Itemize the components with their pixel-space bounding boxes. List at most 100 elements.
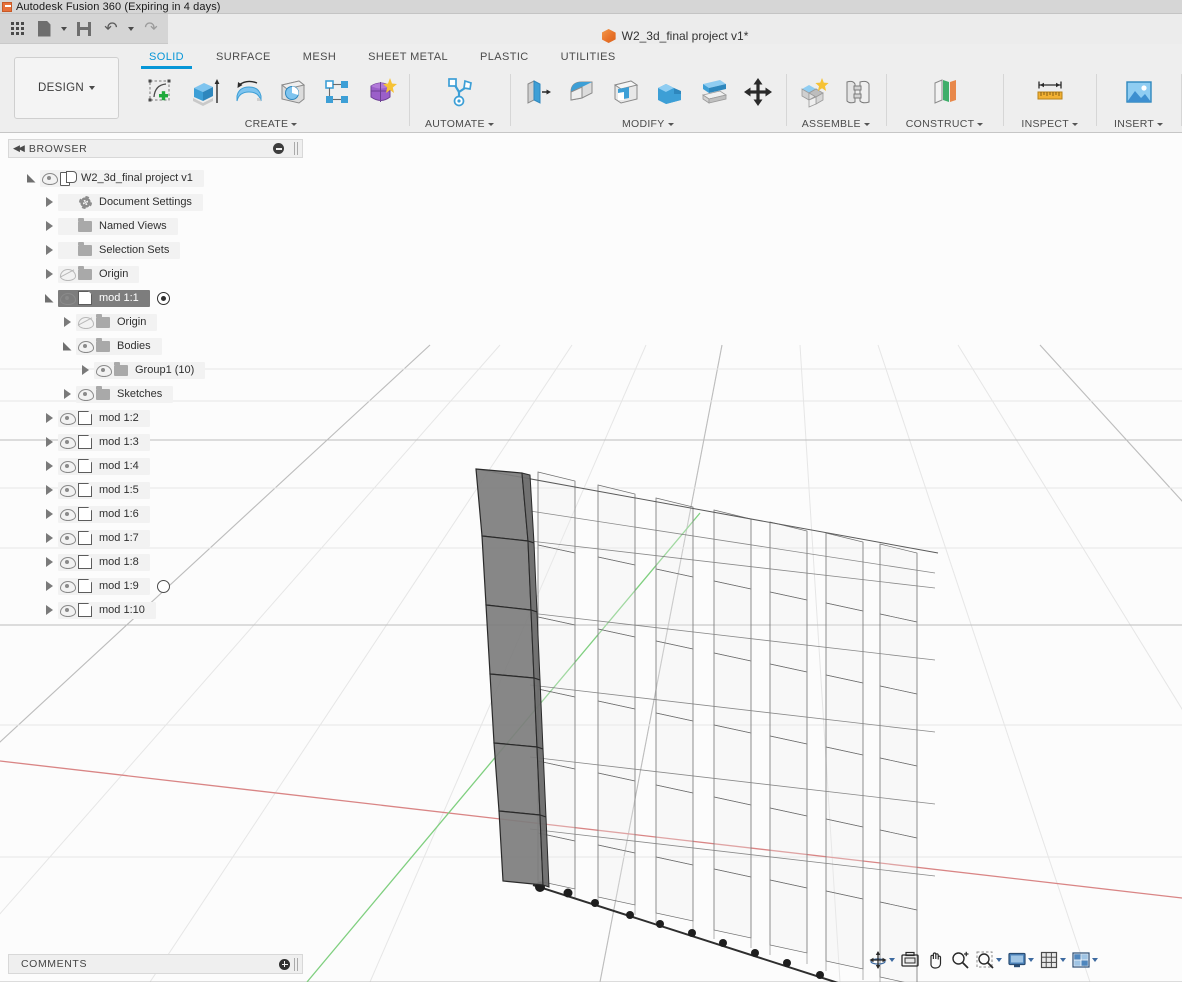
zoom-window-button[interactable] xyxy=(973,948,1004,972)
tree-row-mod-1-4[interactable]: mod 1:4 xyxy=(8,454,303,478)
expander-open-icon[interactable] xyxy=(22,173,40,183)
tab-sheet-metal[interactable]: SHEET METAL xyxy=(352,50,464,64)
visibility-eye-icon[interactable] xyxy=(58,605,76,617)
workspace-switcher-button[interactable]: DESIGN xyxy=(14,57,119,119)
tree-row-mod-1-1[interactable]: mod 1:1 xyxy=(8,286,303,310)
expander-closed-icon[interactable] xyxy=(40,437,58,447)
expander-closed-icon[interactable] xyxy=(40,605,58,615)
visibility-eye-icon[interactable] xyxy=(40,173,58,185)
double-chevron-left-icon[interactable]: ◀◀ xyxy=(13,143,25,154)
save-button[interactable] xyxy=(71,16,97,42)
visibility-eye-icon[interactable] xyxy=(76,389,94,401)
expander-closed-icon[interactable] xyxy=(40,269,58,279)
pattern-tool[interactable] xyxy=(316,71,358,113)
tree-row-mod-1-9[interactable]: mod 1:9 xyxy=(8,574,303,598)
tab-mesh[interactable]: MESH xyxy=(287,50,352,64)
expander-closed-icon[interactable] xyxy=(76,365,94,375)
visibility-eye-icon[interactable] xyxy=(76,341,94,353)
activate-component-icon[interactable] xyxy=(156,291,170,305)
tree-row-sketches[interactable]: Sketches xyxy=(8,382,303,406)
visibility-eye-icon[interactable] xyxy=(94,365,112,377)
expander-closed-icon[interactable] xyxy=(40,221,58,231)
press-pull-tool[interactable] xyxy=(517,71,559,113)
joint-tool[interactable] xyxy=(837,71,879,113)
expander-open-icon[interactable] xyxy=(40,293,58,303)
extrude-tool[interactable] xyxy=(184,71,226,113)
undo-caret[interactable] xyxy=(125,16,137,42)
tree-row-bodies[interactable]: Bodies xyxy=(8,334,303,358)
visibility-eye-off-icon[interactable] xyxy=(76,317,94,329)
panel-inspect-label[interactable]: INSPECT xyxy=(1021,118,1078,132)
expander-closed-icon[interactable] xyxy=(40,245,58,255)
file-menu-caret[interactable] xyxy=(58,16,70,42)
expander-closed-icon[interactable] xyxy=(40,485,58,495)
expander-closed-icon[interactable] xyxy=(40,509,58,519)
tree-row-mod-1-6[interactable]: mod 1:6 xyxy=(8,502,303,526)
tree-row-group1-10[interactable]: Group1 (10) xyxy=(8,358,303,382)
redo-button[interactable]: ↷ xyxy=(138,16,164,42)
tab-solid[interactable]: SOLID xyxy=(133,50,200,69)
split-face-tool[interactable] xyxy=(693,71,735,113)
tab-utilities[interactable]: UTILITIES xyxy=(545,50,632,64)
tree-row-mod-1-5[interactable]: mod 1:5 xyxy=(8,478,303,502)
expander-closed-icon[interactable] xyxy=(58,317,76,327)
activate-component-empty-icon[interactable] xyxy=(156,579,170,593)
app-grid-button[interactable] xyxy=(4,16,30,42)
combine-tool[interactable] xyxy=(649,71,691,113)
visibility-eye-icon[interactable] xyxy=(58,485,76,497)
undo-button[interactable]: ↶ xyxy=(98,16,124,42)
display-settings-button[interactable] xyxy=(1005,948,1036,972)
panel-modify-label[interactable]: MODIFY xyxy=(517,118,779,132)
revolve-tool[interactable] xyxy=(228,71,270,113)
plus-circle-icon[interactable] xyxy=(279,958,290,970)
insert-image-tool[interactable] xyxy=(1118,71,1160,113)
expander-closed-icon[interactable] xyxy=(40,461,58,471)
visibility-eye-icon[interactable] xyxy=(58,413,76,425)
document-tab[interactable]: W2_3d_final project v1* xyxy=(601,29,748,43)
create-form-tool[interactable] xyxy=(360,71,402,113)
tree-row-mod-1-2[interactable]: mod 1:2 xyxy=(8,406,303,430)
file-menu-button[interactable] xyxy=(31,16,57,42)
visibility-eye-icon[interactable] xyxy=(58,437,76,449)
tree-row-document-settings[interactable]: Document Settings xyxy=(8,190,303,214)
tab-surface[interactable]: SURFACE xyxy=(200,50,287,64)
tree-row-mod-1-10[interactable]: mod 1:10 xyxy=(8,598,303,622)
offset-plane-tool[interactable] xyxy=(924,71,966,113)
visibility-eye-icon[interactable] xyxy=(58,293,76,305)
comments-panel[interactable]: COMMENTS xyxy=(8,954,303,974)
tree-row-origin[interactable]: Origin xyxy=(8,310,303,334)
panel-resize-grip[interactable] xyxy=(294,142,298,155)
visibility-eye-icon[interactable] xyxy=(58,509,76,521)
tree-row-mod-1-7[interactable]: mod 1:7 xyxy=(8,526,303,550)
automate-tool[interactable] xyxy=(438,71,480,113)
tree-row-named-views[interactable]: Named Views xyxy=(8,214,303,238)
panel-construct-label[interactable]: CONSTRUCT xyxy=(906,118,984,132)
visibility-eye-off-icon[interactable] xyxy=(58,269,76,281)
expander-closed-icon[interactable] xyxy=(40,533,58,543)
tree-row-origin[interactable]: Origin xyxy=(8,262,303,286)
move-copy-tool[interactable] xyxy=(737,71,779,113)
orbit-button[interactable] xyxy=(866,948,897,972)
visibility-eye-icon[interactable] xyxy=(58,581,76,593)
look-at-button[interactable] xyxy=(898,948,922,972)
grid-snaps-button[interactable] xyxy=(1037,948,1068,972)
visibility-eye-icon[interactable] xyxy=(58,461,76,473)
panel-insert-label[interactable]: INSERT xyxy=(1114,118,1164,132)
new-component-tool[interactable] xyxy=(793,71,835,113)
fillet-tool[interactable] xyxy=(561,71,603,113)
tree-row-mod-1-8[interactable]: mod 1:8 xyxy=(8,550,303,574)
measure-tool[interactable] xyxy=(1029,71,1071,113)
expander-open-icon[interactable] xyxy=(58,341,76,351)
expander-closed-icon[interactable] xyxy=(40,581,58,591)
tree-row-selection-sets[interactable]: Selection Sets xyxy=(8,238,303,262)
visibility-eye-icon[interactable] xyxy=(58,557,76,569)
panel-automate-label[interactable]: AUTOMATE xyxy=(425,118,494,132)
tab-plastic[interactable]: PLASTIC xyxy=(464,50,545,64)
pan-button[interactable] xyxy=(923,948,947,972)
shell-tool[interactable] xyxy=(605,71,647,113)
comments-resize-grip[interactable] xyxy=(294,957,298,971)
expander-closed-icon[interactable] xyxy=(40,557,58,567)
visibility-eye-icon[interactable] xyxy=(58,533,76,545)
sweep-tool[interactable] xyxy=(272,71,314,113)
create-sketch-tool[interactable] xyxy=(140,71,182,113)
